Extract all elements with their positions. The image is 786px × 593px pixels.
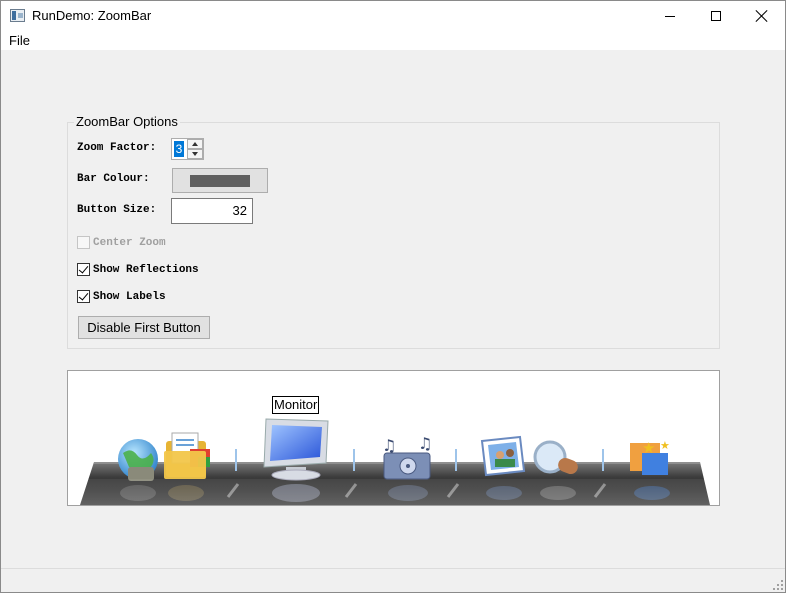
menu-bar: File: [1, 31, 785, 50]
colour-swatch: [190, 174, 250, 187]
maximize-button[interactable]: [693, 1, 739, 31]
button-tooltip: Monitor: [272, 396, 320, 414]
bar-colour-button[interactable]: [172, 168, 268, 193]
zoombar-panel: ♫ ♫ ★ ★ Monitor: [67, 370, 720, 506]
svg-text:♫: ♫: [382, 436, 396, 455]
minimize-icon: [665, 15, 675, 17]
zoom-factor-label: Zoom Factor:: [77, 142, 157, 154]
close-icon: [756, 10, 768, 22]
minimize-button[interactable]: [647, 1, 693, 31]
arrow-up-icon: [192, 142, 198, 146]
svg-text:★: ★: [660, 439, 670, 452]
center-zoom-checkbox: [77, 236, 90, 249]
button-size-input[interactable]: 32: [171, 198, 253, 224]
svg-text:♫: ♫: [418, 434, 432, 453]
title-bar[interactable]: RunDemo: ZoomBar: [1, 1, 785, 31]
center-zoom-checkbox-row: Center Zoom: [77, 236, 166, 249]
disable-first-button[interactable]: Disable First Button: [78, 316, 210, 339]
zoombar-graphic: ♫ ♫ ★ ★: [68, 418, 719, 505]
show-reflections-checkbox[interactable]: [77, 263, 90, 276]
status-bar: [1, 568, 785, 592]
maximize-icon: [711, 11, 721, 21]
svg-text:★: ★: [642, 439, 655, 457]
center-zoom-label: Center Zoom: [93, 236, 166, 249]
group-title: ZoomBar Options: [74, 114, 180, 129]
spin-up-button[interactable]: [187, 139, 203, 149]
resize-grip[interactable]: [773, 580, 783, 590]
show-reflections-label[interactable]: Show Reflections: [93, 264, 199, 276]
show-reflections-checkbox-row[interactable]: Show Reflections: [77, 263, 199, 276]
zoom-factor-value[interactable]: 3: [174, 141, 184, 157]
close-button[interactable]: [739, 1, 785, 31]
show-labels-checkbox-row[interactable]: Show Labels: [77, 290, 166, 303]
spin-down-button[interactable]: [187, 149, 203, 159]
app-window: RunDemo: ZoomBar File ZoomBar Options Zo…: [0, 0, 786, 593]
show-labels-checkbox[interactable]: [77, 290, 90, 303]
menu-file[interactable]: File: [9, 33, 30, 48]
button-size-label: Button Size:: [77, 204, 157, 216]
show-labels-label[interactable]: Show Labels: [93, 291, 166, 303]
app-icon[interactable]: [10, 9, 25, 22]
arrow-down-icon: [192, 152, 198, 156]
window-title: RunDemo: ZoomBar: [32, 8, 152, 23]
bar-colour-label: Bar Colour:: [77, 173, 150, 185]
zoom-factor-spinbox[interactable]: 3: [171, 138, 204, 160]
